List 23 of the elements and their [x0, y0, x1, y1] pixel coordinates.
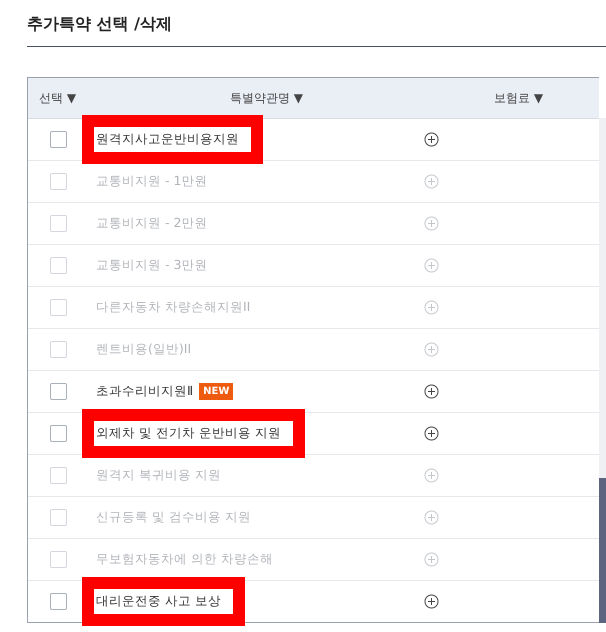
checkbox[interactable] — [50, 131, 67, 148]
rider-name: 렌트비용(일반)II — [96, 341, 192, 358]
rider-name: 초과수리비지원Ⅱ — [96, 383, 194, 400]
rider-name: 무보험자동차에 의한 차량손해 — [96, 551, 273, 568]
column-header[interactable]: 보험료 ▼ — [449, 90, 599, 106]
rider-name: 신규등록 및 검수비용 지원 — [96, 509, 251, 526]
rider-name: 원격지 복귀비용 지원 — [96, 467, 221, 484]
new-badge: NEW — [199, 383, 234, 400]
add-icon[interactable] — [424, 132, 439, 147]
rider-name: 다른자동차 차량손해지원II — [96, 299, 250, 316]
checkbox[interactable] — [50, 383, 67, 400]
section-title: 추가특약 선택 /삭제 — [27, 14, 173, 34]
rider-name: 교통비지원 - 3만원 — [96, 257, 208, 274]
checkbox[interactable] — [50, 425, 67, 442]
column-header[interactable]: 선택 ▼ — [28, 90, 84, 106]
add-icon[interactable] — [424, 594, 439, 609]
rider-name: 교통비지원 - 2만원 — [96, 215, 208, 232]
add-icon[interactable] — [424, 426, 439, 441]
column-header[interactable]: 특별약관명 ▼ — [84, 90, 449, 106]
checkbox[interactable] — [50, 593, 67, 610]
rider-name: 교통비지원 - 1만원 — [96, 173, 208, 190]
scrollbar[interactable] — [599, 118, 606, 623]
add-icon[interactable] — [424, 384, 439, 399]
